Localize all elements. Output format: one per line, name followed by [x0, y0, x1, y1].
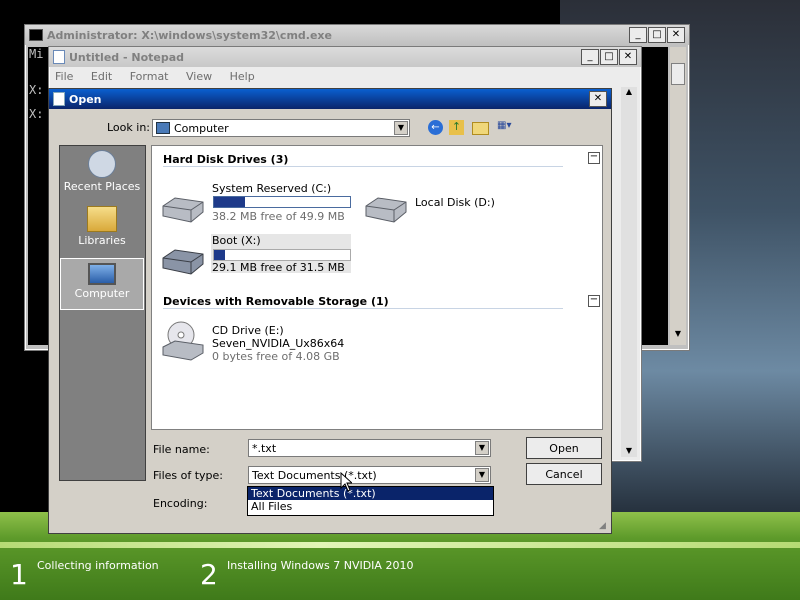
drive-free-space: 29.1 MB free of 31.5 MB — [212, 261, 345, 274]
places-bar: Recent Places Libraries Computer — [59, 145, 146, 481]
scroll-down-icon[interactable]: ▼ — [671, 329, 685, 343]
cd-drive-icon — [159, 321, 205, 361]
cmd-icon — [29, 29, 43, 41]
dropdown-option[interactable]: All Files — [248, 500, 493, 513]
scroll-up-icon[interactable]: ▲ — [621, 87, 637, 96]
hard-drive-icon — [362, 196, 408, 224]
recent-places-icon — [88, 150, 116, 178]
progress-line — [0, 542, 800, 548]
look-in-combo[interactable]: Computer ▼ — [152, 119, 410, 137]
place-recent-places[interactable]: Recent Places — [60, 150, 144, 202]
scroll-thumb[interactable] — [671, 63, 685, 85]
dialog-icon — [53, 92, 65, 106]
drive-free-space: 0 bytes free of 4.08 GB — [212, 350, 340, 363]
drive-name[interactable]: Local Disk (D:) — [415, 196, 495, 209]
file-name-label: File name: — [153, 443, 210, 456]
computer-icon — [88, 263, 116, 285]
up-folder-icon[interactable]: ↑ — [449, 120, 464, 135]
collapse-icon[interactable]: − — [588, 152, 600, 164]
hard-drive-icon — [159, 248, 205, 276]
drive-usage-bar — [213, 196, 351, 208]
notepad-menubar: File Edit Format View Help — [49, 67, 641, 86]
drive-name[interactable]: CD Drive (E:) — [212, 324, 284, 337]
file-name-input[interactable]: *.txt ▼ — [248, 439, 491, 457]
chevron-down-icon[interactable]: ▼ — [475, 468, 489, 482]
notepad-title: Untitled - Notepad — [69, 50, 185, 64]
mouse-cursor-icon — [340, 471, 354, 495]
cmd-scrollbar[interactable]: ▼ — [670, 47, 686, 345]
step-number: 2 — [200, 558, 218, 591]
cmd-titlebar[interactable]: Administrator: X:\windows\system32\cmd.e… — [25, 25, 689, 45]
open-button[interactable]: Open — [526, 437, 602, 459]
console-line: Mi — [29, 47, 44, 61]
step-label: Installing Windows 7 NVIDIA 2010 — [227, 559, 414, 572]
chevron-down-icon[interactable]: ▼ — [475, 441, 489, 455]
hard-drive-icon — [159, 196, 205, 224]
resize-grip-icon[interactable]: ◢ — [599, 521, 609, 531]
scroll-down-icon[interactable]: ▼ — [621, 446, 637, 455]
group-divider — [163, 308, 563, 309]
menu-view[interactable]: View — [186, 70, 212, 83]
place-label: Recent Places — [63, 180, 141, 193]
minimize-button[interactable]: _ — [581, 49, 599, 65]
notepad-scrollbar[interactable]: ▲ ▼ — [621, 87, 637, 457]
menu-help[interactable]: Help — [230, 70, 255, 83]
console-line: X: — [29, 83, 44, 97]
encoding-label: Encoding: — [153, 497, 208, 510]
place-label: Libraries — [78, 234, 126, 247]
dropdown-option[interactable]: Text Documents (*.txt) — [248, 487, 493, 500]
group-header-hard-disks: Hard Disk Drives (3) — [163, 153, 289, 166]
view-menu-icon[interactable]: ▦▾ — [497, 120, 519, 135]
minimize-button[interactable]: _ — [629, 27, 647, 43]
drive-usage-bar — [213, 249, 351, 261]
look-in-value: Computer — [174, 121, 229, 135]
step-number: 1 — [10, 558, 28, 591]
open-title: Open — [69, 92, 102, 106]
chevron-down-icon[interactable]: ▼ — [394, 121, 408, 135]
libraries-icon — [87, 206, 117, 232]
drive-name[interactable]: System Reserved (C:) — [212, 182, 331, 195]
group-header-removable: Devices with Removable Storage (1) — [163, 295, 389, 308]
menu-file[interactable]: File — [55, 70, 73, 83]
drive-usage-fill — [214, 197, 246, 207]
console-line: X: — [29, 107, 44, 121]
close-button[interactable]: ✕ — [667, 27, 685, 43]
drive-usage-fill — [214, 250, 225, 260]
maximize-button[interactable]: □ — [648, 27, 666, 43]
look-in-label: Look in: — [107, 121, 150, 134]
notepad-icon — [53, 50, 65, 64]
computer-icon — [156, 122, 170, 134]
maximize-button[interactable]: □ — [600, 49, 618, 65]
close-button[interactable]: ✕ — [589, 91, 607, 107]
drive-free-space: 38.2 MB free of 49.9 MB — [212, 210, 345, 223]
place-libraries[interactable]: Libraries — [60, 206, 144, 258]
cmd-title: Administrator: X:\windows\system32\cmd.e… — [47, 28, 332, 42]
drive-name[interactable]: Boot (X:) — [212, 234, 261, 247]
collapse-icon[interactable]: − — [588, 295, 600, 307]
drive-volume-label: Seven_NVIDIA_Ux86x64 — [212, 337, 345, 350]
new-folder-icon[interactable] — [472, 122, 489, 135]
files-of-type-select[interactable]: Text Documents (*.txt) ▼ — [248, 466, 491, 484]
menu-format[interactable]: Format — [130, 70, 169, 83]
menu-edit[interactable]: Edit — [91, 70, 112, 83]
notepad-titlebar[interactable]: Untitled - Notepad _ □ ✕ — [49, 47, 641, 67]
open-dialog[interactable]: Open ✕ Look in: Computer ▼ ← ↑ ▦▾ Recent… — [48, 88, 612, 534]
back-icon[interactable]: ← — [428, 120, 443, 135]
place-computer[interactable]: Computer — [60, 258, 144, 310]
files-of-type-label: Files of type: — [153, 469, 224, 482]
file-name-value: *.txt — [252, 441, 277, 455]
open-titlebar[interactable]: Open ✕ — [49, 89, 611, 109]
step-label: Collecting information — [37, 559, 159, 572]
group-divider — [163, 166, 563, 167]
place-label: Computer — [74, 287, 130, 300]
cancel-button[interactable]: Cancel — [526, 463, 602, 485]
files-of-type-dropdown[interactable]: Text Documents (*.txt) All Files — [247, 486, 494, 516]
file-list-view[interactable]: Hard Disk Drives (3) − System Reserved (… — [151, 145, 603, 430]
files-of-type-value: Text Documents (*.txt) — [252, 468, 377, 482]
close-button[interactable]: ✕ — [619, 49, 637, 65]
